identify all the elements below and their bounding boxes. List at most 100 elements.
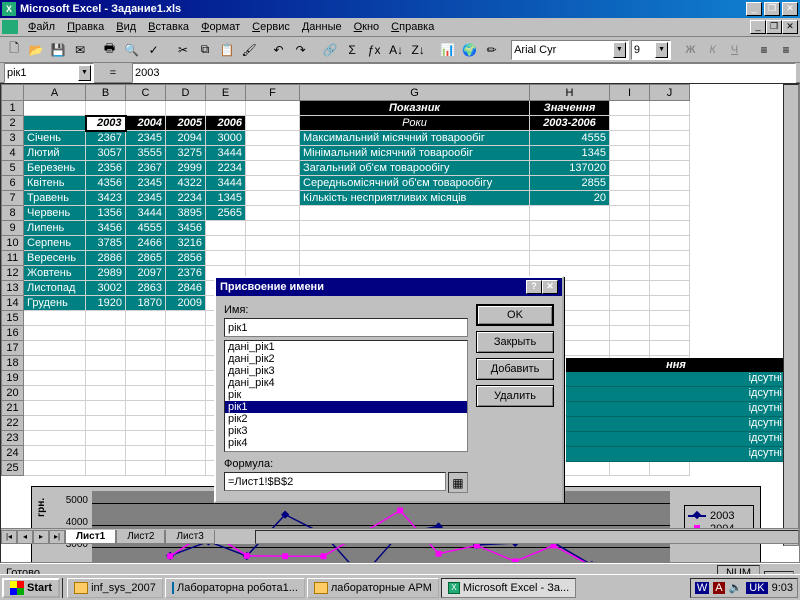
taskbar-item[interactable]: лабораторные АРМ xyxy=(307,578,439,598)
font-size-combo[interactable]: 9 ▼ xyxy=(631,40,671,60)
col-header-F[interactable]: F xyxy=(246,85,300,101)
sort-asc-icon[interactable]: A↓ xyxy=(386,39,406,60)
name-input[interactable] xyxy=(224,318,468,337)
tray-a-icon[interactable]: A xyxy=(713,582,724,594)
list-item[interactable]: рік4 xyxy=(225,437,467,449)
autosum-icon[interactable]: Σ xyxy=(342,39,362,60)
menu-Вид[interactable]: Вид xyxy=(110,19,142,35)
restore-button[interactable]: ❐ xyxy=(764,2,780,16)
formula-input[interactable] xyxy=(224,472,446,491)
taskbar-item[interactable]: XMicrosoft Excel - За... xyxy=(441,578,576,598)
menu-Данные[interactable]: Данные xyxy=(296,19,348,35)
function-icon[interactable]: ƒx xyxy=(364,39,384,60)
col-header-A[interactable]: A xyxy=(24,85,86,101)
print-icon[interactable]: 🖶 xyxy=(100,39,120,60)
year-cell-2003[interactable]: 2003 xyxy=(86,116,126,131)
dialog-close-button[interactable]: ✕ xyxy=(542,280,558,294)
tab-last-icon[interactable]: ▸| xyxy=(49,530,65,544)
cut-icon[interactable]: ✂ xyxy=(173,39,193,60)
col-header-E[interactable]: E xyxy=(206,85,246,101)
list-item[interactable]: дані_рік1 xyxy=(225,341,467,353)
year-cell-2006[interactable]: 2006 xyxy=(206,116,246,131)
tab-prev-icon[interactable]: ◂ xyxy=(17,530,33,544)
vertical-scrollbar[interactable] xyxy=(783,84,799,546)
system-tray[interactable]: W A 🔊 UK 9:03 xyxy=(690,578,798,598)
chevron-down-icon[interactable]: ▼ xyxy=(78,65,91,81)
doc-minimize-button[interactable]: _ xyxy=(750,20,766,34)
menu-Окно[interactable]: Окно xyxy=(348,19,386,35)
list-item[interactable]: дані_рік3 xyxy=(225,365,467,377)
taskbar-item[interactable]: Лабораторна робота1... xyxy=(165,578,305,598)
doc-restore-button[interactable]: ❐ xyxy=(766,20,782,34)
list-item[interactable]: рік3 xyxy=(225,425,467,437)
spellcheck-icon[interactable]: ✓ xyxy=(144,39,164,60)
hyperlink-icon[interactable]: 🔗 xyxy=(320,39,340,60)
drawing-icon[interactable]: ✏ xyxy=(482,39,502,60)
menu-Справка[interactable]: Справка xyxy=(385,19,440,35)
list-item[interactable]: рік2 xyxy=(225,413,467,425)
col-header-D[interactable]: D xyxy=(166,85,206,101)
col-header-I[interactable]: I xyxy=(610,85,650,101)
doc-close-button[interactable]: ✕ xyxy=(782,20,798,34)
save-icon[interactable]: 💾 xyxy=(48,39,68,60)
chevron-down-icon[interactable]: ▼ xyxy=(655,42,668,58)
font-name-combo[interactable]: Arial Cyr ▼ xyxy=(511,40,629,60)
align-left-icon[interactable]: ≡ xyxy=(754,39,774,60)
start-button[interactable]: Start xyxy=(2,578,60,598)
chart-icon[interactable]: 📊 xyxy=(438,39,458,60)
mail-icon[interactable]: ✉ xyxy=(70,39,90,60)
underline-icon[interactable]: Ч xyxy=(725,39,745,60)
names-listbox[interactable]: дані_рік1дані_рік2дані_рік3дані_рік4рікр… xyxy=(224,340,468,452)
col-header-J[interactable]: J xyxy=(650,85,690,101)
undo-icon[interactable]: ↶ xyxy=(269,39,289,60)
align-center-icon[interactable]: ≡ xyxy=(776,39,796,60)
range-picker-icon[interactable]: ▦ xyxy=(448,472,468,493)
menu-Правка[interactable]: Правка xyxy=(61,19,110,35)
taskbar-item[interactable]: inf_sys_2007 xyxy=(67,578,163,598)
bold-icon[interactable]: Ж xyxy=(681,39,701,60)
list-item[interactable]: рік1 xyxy=(225,401,467,413)
year-cell-2004[interactable]: 2004 xyxy=(126,116,166,131)
dialog-help-button[interactable]: ? xyxy=(526,280,542,294)
new-icon[interactable]: 🗋 xyxy=(4,39,24,60)
col-header-H[interactable]: H xyxy=(530,85,610,101)
add-button[interactable]: Добавить xyxy=(476,358,554,380)
preview-icon[interactable]: 🔍 xyxy=(122,39,142,60)
redo-icon[interactable]: ↷ xyxy=(291,39,311,60)
menu-Формат[interactable]: Формат xyxy=(195,19,246,35)
col-header-C[interactable]: C xyxy=(126,85,166,101)
menu-Сервис[interactable]: Сервис xyxy=(246,19,296,35)
col-header-G[interactable]: G xyxy=(300,85,530,101)
italic-icon[interactable]: К xyxy=(703,39,723,60)
tray-w-icon[interactable]: W xyxy=(695,582,709,594)
list-item[interactable]: рік xyxy=(225,389,467,401)
sheet-tab-Лист2[interactable]: Лист2 xyxy=(116,530,165,544)
tab-next-icon[interactable]: ▸ xyxy=(33,530,49,544)
ok-button[interactable]: OK xyxy=(476,304,554,326)
year-cell-2005[interactable]: 2005 xyxy=(166,116,206,131)
col-header-B[interactable]: B xyxy=(86,85,126,101)
paste-icon[interactable]: 📋 xyxy=(217,39,237,60)
menu-Вставка[interactable]: Вставка xyxy=(142,19,195,35)
doc-control-icon[interactable] xyxy=(2,20,18,34)
horizontal-scrollbar[interactable] xyxy=(255,530,799,544)
formula-input[interactable]: 2003 xyxy=(132,63,796,83)
chevron-down-icon[interactable]: ▼ xyxy=(613,42,626,58)
close-button[interactable]: Закрыть xyxy=(476,331,554,353)
menu-Файл[interactable]: Файл xyxy=(22,19,61,35)
sheet-tab-Лист1[interactable]: Лист1 xyxy=(65,530,116,544)
dialog-titlebar[interactable]: Присвоение имени ? ✕ xyxy=(216,278,562,296)
sort-desc-icon[interactable]: Z↓ xyxy=(408,39,428,60)
minimize-button[interactable]: _ xyxy=(746,2,762,16)
sheet-tab-Лист3[interactable]: Лист3 xyxy=(165,530,214,544)
copy-icon[interactable]: ⧉ xyxy=(195,39,215,60)
delete-button[interactable]: Удалить xyxy=(476,385,554,407)
close-button[interactable]: ✕ xyxy=(782,2,798,16)
name-box[interactable]: рік1 ▼ xyxy=(4,63,94,83)
format-painter-icon[interactable]: 🖌 xyxy=(239,39,259,60)
tab-first-icon[interactable]: |◂ xyxy=(1,530,17,544)
list-item[interactable]: дані_рік2 xyxy=(225,353,467,365)
tray-volume-icon[interactable]: 🔊 xyxy=(729,581,743,594)
open-icon[interactable]: 📂 xyxy=(26,39,46,60)
tray-lang[interactable]: UK xyxy=(746,582,767,594)
